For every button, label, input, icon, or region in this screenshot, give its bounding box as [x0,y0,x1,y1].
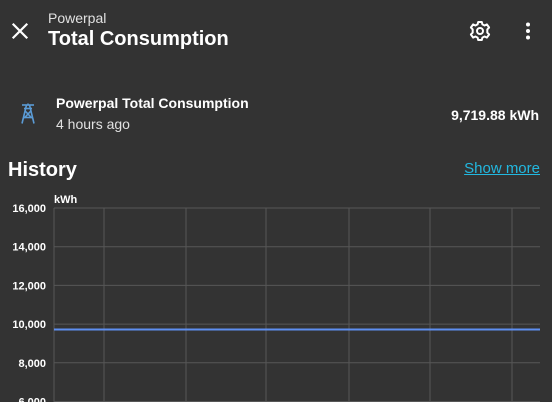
dialog-header: Powerpal Total Consumption [0,0,552,64]
show-more-link[interactable]: Show more [464,160,540,178]
settings-button[interactable] [468,19,492,43]
gear-icon [469,21,491,41]
entity-row[interactable]: Powerpal Total Consumption 4 hours ago 9… [0,90,552,140]
entity-last-changed: 4 hours ago [56,116,130,132]
more-options-button[interactable] [516,19,540,43]
history-title: History [8,159,77,181]
y-axis-ticks: 6,000 8,000 10,000 12,000 14,000 16,000 [12,203,46,402]
y-tick-label: 6,000 [18,397,46,402]
y-tick-label: 14,000 [12,242,46,254]
more-vertical-icon [526,22,530,40]
entity-name: Powerpal Total Consumption [56,95,249,111]
y-axis-label: kWh [54,194,78,206]
y-tick-label: 8,000 [18,358,46,370]
entity-state: 9,719.88 kWh [451,107,539,123]
transmission-tower-icon [16,102,40,126]
header-subtitle: Powerpal [48,10,107,26]
y-tick-label: 12,000 [12,280,46,292]
close-icon [11,22,29,40]
header-title: Total Consumption [48,28,229,50]
y-tick-label: 10,000 [12,319,46,331]
y-tick-label: 16,000 [12,203,46,215]
header-titles: Powerpal Total Consumption [48,10,229,51]
history-chart: 6,000 8,000 10,000 12,000 14,000 16,000 kWh [12,194,540,402]
chart-grid [53,207,540,402]
close-button[interactable] [8,19,32,43]
